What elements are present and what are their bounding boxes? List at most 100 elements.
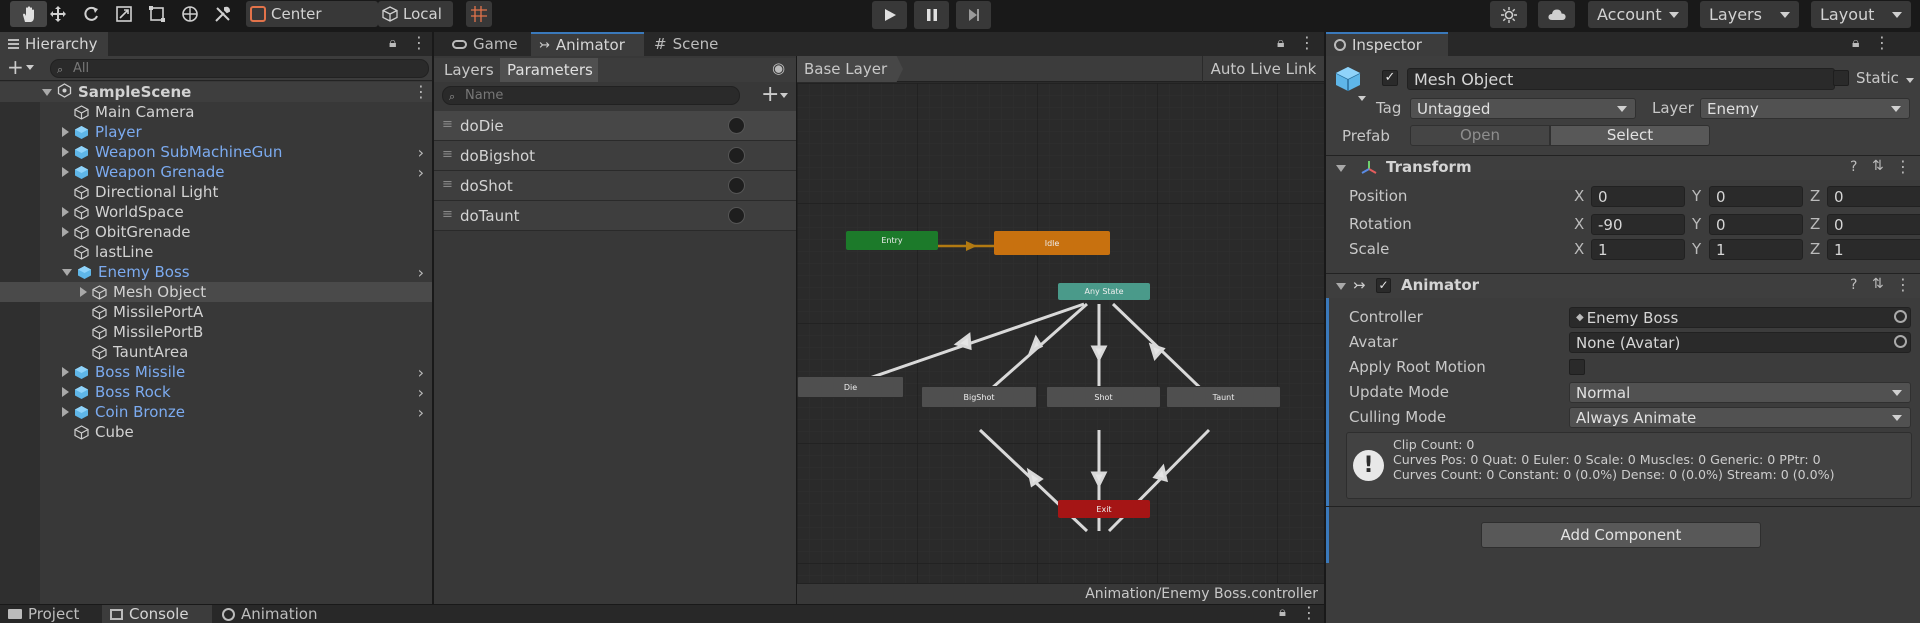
more-menu-icon[interactable]: ⋮ <box>411 33 427 52</box>
custom-tool-icon[interactable] <box>212 1 233 27</box>
transform-y-field[interactable]: 0 <box>1709 186 1803 207</box>
prefab-open-button[interactable]: Open <box>1410 125 1550 146</box>
move-tool-icon[interactable] <box>47 1 68 27</box>
culling-mode-dropdown[interactable]: Always Animate <box>1569 407 1911 428</box>
add-parameter-icon[interactable]: + <box>761 82 779 107</box>
state-die[interactable]: Die <box>797 376 904 398</box>
trigger-toggle[interactable] <box>728 177 745 194</box>
parameter-row[interactable]: ≡ doShot <box>434 171 796 201</box>
parameter-row[interactable]: ≡ doTaunt <box>434 201 796 231</box>
rotate-tool-icon[interactable] <box>80 1 101 27</box>
auto-live-link-button[interactable]: Auto Live Link <box>1202 56 1324 82</box>
tag-dropdown[interactable]: Untagged <box>1410 98 1636 119</box>
transform-tool-icon[interactable] <box>179 1 200 27</box>
transform-y-field[interactable]: 0 <box>1709 214 1803 235</box>
hierarchy-item[interactable]: lastLine <box>0 242 432 262</box>
lock-icon[interactable]: 🔒︎ <box>1277 35 1284 51</box>
expand-arrow-icon[interactable] <box>62 167 69 177</box>
add-icon[interactable]: + <box>7 55 24 79</box>
more-menu-icon[interactable]: ⋮ <box>1895 157 1911 176</box>
eye-icon[interactable]: ◉ <box>772 59 785 77</box>
more-menu-icon[interactable]: ⋮ <box>1874 33 1890 52</box>
breadcrumb[interactable]: Base Layer <box>797 56 903 82</box>
state-entry[interactable]: Entry <box>846 231 938 250</box>
hierarchy-item[interactable]: Boss Rock › <box>0 382 432 402</box>
transform-x-field[interactable]: 0 <box>1591 186 1685 207</box>
apply-root-motion-checkbox[interactable] <box>1569 359 1585 375</box>
add-component-button[interactable]: Add Component <box>1481 522 1761 548</box>
lock-icon[interactable]: 🔒︎ <box>389 35 396 51</box>
tab-hierarchy[interactable]: Hierarchy <box>0 32 108 56</box>
tab-inspector[interactable]: Inspector <box>1326 32 1448 56</box>
hierarchy-item[interactable]: ObitGrenade <box>0 222 432 242</box>
expand-arrow-icon[interactable] <box>80 287 87 297</box>
hierarchy-item[interactable]: Main Camera <box>0 102 432 122</box>
drag-handle-icon[interactable]: ≡ <box>442 207 453 222</box>
controller-field[interactable]: ◆ Enemy Boss <box>1569 307 1911 328</box>
transform-z-field[interactable]: 0 <box>1827 186 1920 207</box>
more-menu-icon[interactable]: ⋮ <box>413 82 429 101</box>
trigger-toggle[interactable] <box>728 147 745 164</box>
more-menu-icon[interactable]: ⋮ <box>1301 603 1317 622</box>
hierarchy-item[interactable]: Directional Light <box>0 182 432 202</box>
hierarchy-item[interactable]: WorldSpace <box>0 202 432 222</box>
tab-game[interactable]: Game <box>444 32 532 56</box>
scene-row[interactable]: SampleScene ⋮ <box>0 82 432 102</box>
tab-scene[interactable]: # Scene <box>646 32 734 56</box>
hierarchy-item[interactable]: Enemy Boss › <box>0 262 432 282</box>
expand-arrow-icon[interactable] <box>62 147 69 157</box>
pivot-local-button[interactable]: Local <box>378 1 453 27</box>
object-name-field[interactable]: Mesh Object <box>1407 68 1835 90</box>
state-taunt[interactable]: Taunt <box>1166 386 1281 408</box>
state-shot[interactable]: Shot <box>1046 386 1161 408</box>
transform-y-field[interactable]: 1 <box>1709 239 1803 260</box>
tab-parameters[interactable]: Parameters <box>500 58 598 82</box>
play-button[interactable] <box>872 1 907 29</box>
hierarchy-item[interactable]: MissilePortB <box>0 322 432 342</box>
animator-header[interactable]: ↣ ✓ Animator ? ⇅ ⋮ <box>1326 274 1920 298</box>
tab-layers[interactable]: Layers <box>434 58 500 82</box>
parameter-search-input[interactable]: ⌕ Name <box>442 86 740 105</box>
active-checkbox[interactable]: ✓ <box>1382 70 1398 86</box>
chevron-right-icon[interactable]: › <box>418 163 424 182</box>
expand-arrow-icon[interactable] <box>62 227 69 237</box>
transform-z-field[interactable]: 0 <box>1827 214 1920 235</box>
trigger-toggle[interactable] <box>728 207 745 224</box>
grid-snap-button[interactable] <box>466 1 492 27</box>
state-bigshot[interactable]: BigShot <box>921 386 1037 408</box>
tab-animator[interactable]: ↣ Animator <box>531 32 644 56</box>
drag-handle-icon[interactable]: ≡ <box>442 177 453 192</box>
expand-arrow-icon[interactable] <box>62 268 72 276</box>
expand-arrow-icon[interactable] <box>62 387 69 397</box>
preset-icon[interactable]: ⇅ <box>1872 276 1884 292</box>
chevron-right-icon[interactable]: › <box>418 363 424 382</box>
drag-handle-icon[interactable]: ≡ <box>442 147 453 162</box>
tab-animation[interactable]: Animation <box>214 605 334 623</box>
state-any-state[interactable]: Any State <box>1058 283 1150 300</box>
object-picker-icon[interactable] <box>1894 310 1907 323</box>
chevron-right-icon[interactable]: › <box>418 263 424 282</box>
trigger-toggle[interactable] <box>728 117 745 134</box>
services-button[interactable] <box>1490 1 1527 28</box>
parameter-name[interactable]: doShot <box>460 177 513 195</box>
layout-dropdown[interactable]: Layout <box>1811 1 1911 28</box>
cloud-button[interactable] <box>1538 1 1575 28</box>
parameter-name[interactable]: doBigshot <box>460 147 535 165</box>
hierarchy-item[interactable]: Mesh Object <box>0 282 432 302</box>
state-idle[interactable]: Idle <box>994 231 1110 255</box>
chevron-right-icon[interactable]: › <box>418 143 424 162</box>
pause-button[interactable] <box>914 1 949 29</box>
lock-icon[interactable]: 🔒︎ <box>1279 605 1286 620</box>
hierarchy-item[interactable]: MissilePortA <box>0 302 432 322</box>
prefab-select-button[interactable]: Select <box>1550 125 1710 146</box>
account-dropdown[interactable]: Account <box>1588 1 1688 28</box>
hierarchy-item[interactable]: Weapon SubMachineGun › <box>0 142 432 162</box>
static-label[interactable]: Static <box>1856 69 1899 87</box>
hierarchy-item[interactable]: Player <box>0 122 432 142</box>
state-exit[interactable]: Exit <box>1058 500 1150 518</box>
chevron-right-icon[interactable]: › <box>418 383 424 402</box>
layer-dropdown[interactable]: Enemy <box>1700 98 1910 119</box>
parameter-row[interactable]: ≡ doBigshot <box>434 141 796 171</box>
layers-dropdown[interactable]: Layers <box>1700 1 1799 28</box>
avatar-field[interactable]: None (Avatar) <box>1569 332 1911 353</box>
